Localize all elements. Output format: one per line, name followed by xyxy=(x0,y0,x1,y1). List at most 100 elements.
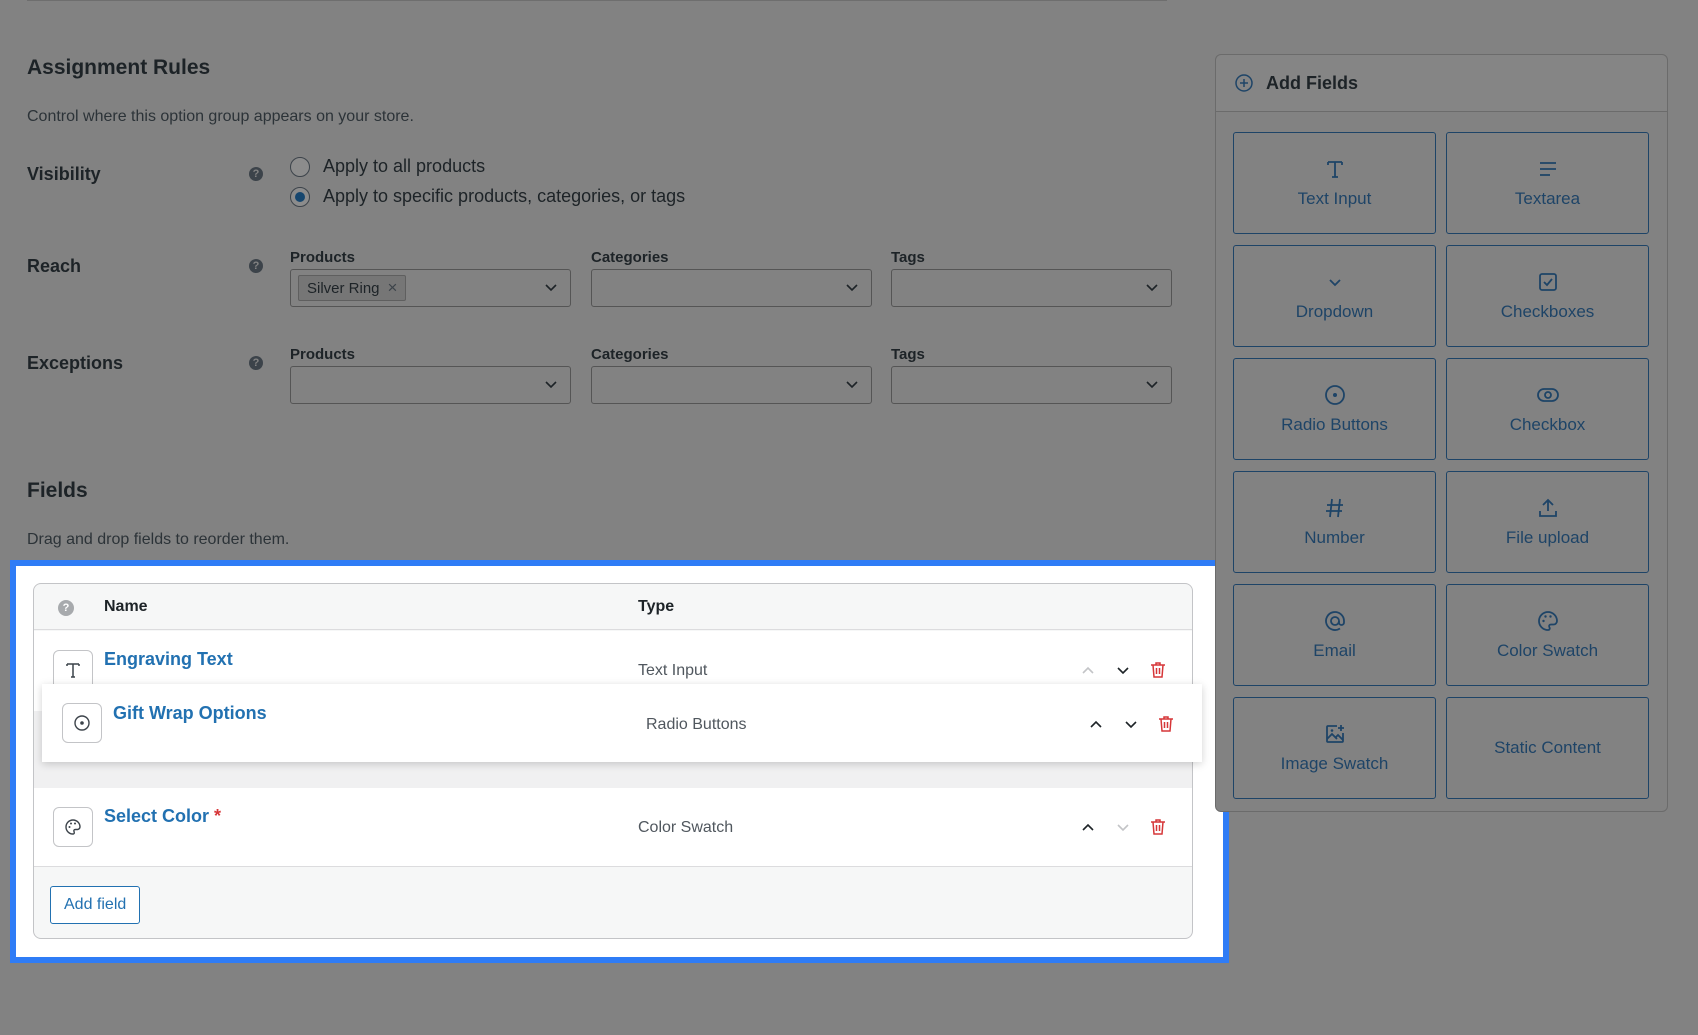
exceptions-categories-label: Categories xyxy=(591,346,669,363)
field-type: Radio Buttons xyxy=(646,716,747,733)
fields-highlight-frame: ? Name Type Engraving Text Text Input Se… xyxy=(10,560,1229,963)
move-up-icon[interactable] xyxy=(1086,714,1106,734)
top-divider xyxy=(27,0,1167,1)
tile-label: File upload xyxy=(1505,528,1590,547)
exceptions-tags-label: Tags xyxy=(891,346,925,363)
tile-label: Radio Buttons xyxy=(1281,415,1388,434)
chip-remove-icon[interactable]: × xyxy=(388,278,398,298)
field-type: Text Input xyxy=(638,662,708,679)
exceptions-categories-select[interactable] xyxy=(591,366,872,404)
column-header-type: Type xyxy=(638,598,675,615)
trash-icon[interactable] xyxy=(1148,660,1168,680)
add-radio-buttons-button[interactable]: Radio Buttons xyxy=(1233,358,1436,460)
toggle-icon xyxy=(1536,388,1559,402)
exceptions-products-label: Products xyxy=(290,346,356,363)
column-header-name: Name xyxy=(104,598,148,615)
field-name-link[interactable]: Select Color * xyxy=(104,806,221,827)
reach-tags-select[interactable] xyxy=(891,269,1172,307)
exceptions-tags-select[interactable] xyxy=(891,366,1172,404)
tile-label: Image Swatch xyxy=(1280,754,1389,773)
fields-title: Fields xyxy=(27,479,88,502)
visibility-option-specific[interactable]: Apply to specific products, categories, … xyxy=(290,186,685,207)
fields-table-header: ? Name Type xyxy=(34,584,1192,630)
radio-icon xyxy=(62,703,102,743)
tile-label: Checkbox xyxy=(1509,415,1586,434)
tile-label: Static Content xyxy=(1494,738,1601,757)
tile-label: Email xyxy=(1313,641,1356,660)
field-name-link[interactable]: Gift Wrap Options xyxy=(113,703,267,724)
add-image-swatch-button[interactable]: Image Swatch xyxy=(1233,697,1436,799)
tile-label: Dropdown xyxy=(1295,302,1374,321)
trash-icon[interactable] xyxy=(1156,714,1176,734)
reach-categories-select[interactable] xyxy=(591,269,872,307)
visibility-label: Visibility xyxy=(27,164,101,184)
plus-circle-icon xyxy=(1235,74,1253,92)
visibility-option-all-label: Apply to all products xyxy=(323,156,486,176)
chevron-down-icon xyxy=(1146,284,1158,292)
checkbox-square-icon xyxy=(1538,273,1557,291)
add-fields-title: Add Fields xyxy=(1266,72,1359,93)
add-file-upload-button[interactable]: File upload xyxy=(1446,471,1649,573)
reach-tags-label: Tags xyxy=(891,249,925,266)
chevron-down-icon xyxy=(545,381,557,389)
exceptions-label: Exceptions xyxy=(27,353,124,373)
move-up-icon[interactable] xyxy=(1078,817,1098,837)
required-marker: * xyxy=(214,806,222,826)
table-row[interactable]: Select Color * Color Swatch xyxy=(34,788,1192,867)
add-checkboxes-button[interactable]: Checkboxes xyxy=(1446,245,1649,347)
help-icon[interactable]: ? xyxy=(58,600,74,616)
add-field-button[interactable]: Add field xyxy=(50,886,141,924)
radio-icon xyxy=(1324,385,1345,405)
chevron-down-icon xyxy=(846,284,858,292)
add-fields-panel: Add Fields Text Input Textarea Dropdown … xyxy=(1215,54,1668,812)
add-number-button[interactable]: Number xyxy=(1233,471,1436,573)
reach-categories-label: Categories xyxy=(591,249,669,266)
radio-button[interactable] xyxy=(290,156,310,177)
hash-icon xyxy=(1325,498,1343,518)
visibility-option-all[interactable]: Apply to all products xyxy=(290,156,485,177)
fields-description: Drag and drop fields to reorder them. xyxy=(27,531,290,548)
tile-label: Text Input xyxy=(1297,189,1372,208)
assignment-rules-description: Control where this option group appears … xyxy=(27,108,414,125)
text-icon xyxy=(1326,161,1343,178)
add-checkbox-button[interactable]: Checkbox xyxy=(1446,358,1649,460)
reach-help-icon[interactable]: ? xyxy=(249,259,263,273)
dragging-row[interactable]: Gift Wrap Options Radio Buttons xyxy=(42,684,1202,762)
radio-button-selected[interactable] xyxy=(290,186,310,207)
move-down-icon[interactable] xyxy=(1121,714,1141,734)
add-email-button[interactable]: Email xyxy=(1233,584,1436,686)
reach-products-label: Products xyxy=(290,249,356,266)
chevron-down-icon xyxy=(846,381,858,389)
product-chip: Silver Ring × xyxy=(298,275,407,301)
chevron-down-icon xyxy=(545,284,557,292)
assignment-rules-title: Assignment Rules xyxy=(27,56,211,79)
product-chip-label: Silver Ring xyxy=(307,279,380,297)
add-static-content-button[interactable]: Static Content xyxy=(1446,697,1649,799)
exceptions-help-icon[interactable]: ? xyxy=(249,356,263,370)
move-up-icon[interactable] xyxy=(1078,660,1098,680)
palette-icon xyxy=(53,807,93,847)
image-add-icon xyxy=(1325,725,1344,743)
move-down-icon[interactable] xyxy=(1113,660,1133,680)
exceptions-products-select[interactable] xyxy=(290,366,571,404)
add-color-swatch-button[interactable]: Color Swatch xyxy=(1446,584,1649,686)
field-name-label: Select Color xyxy=(104,806,210,826)
add-textarea-button[interactable]: Textarea xyxy=(1446,132,1649,234)
add-dropdown-button[interactable]: Dropdown xyxy=(1233,245,1436,347)
at-icon xyxy=(1324,611,1345,631)
chevron-down-icon xyxy=(1328,279,1341,287)
add-text-input-button[interactable]: Text Input xyxy=(1233,132,1436,234)
reach-label: Reach xyxy=(27,256,82,276)
tile-label: Color Swatch xyxy=(1496,641,1599,660)
trash-icon[interactable] xyxy=(1148,817,1168,837)
tile-label: Textarea xyxy=(1514,189,1581,208)
field-type: Color Swatch xyxy=(638,819,734,836)
field-name-link[interactable]: Engraving Text xyxy=(104,649,233,670)
chevron-down-icon xyxy=(1146,381,1158,389)
visibility-help-icon[interactable]: ? xyxy=(249,167,263,181)
palette-icon xyxy=(1537,611,1558,631)
visibility-option-specific-label: Apply to specific products, categories, … xyxy=(323,186,686,206)
move-down-icon[interactable] xyxy=(1113,817,1133,837)
reach-products-select[interactable]: Silver Ring × xyxy=(290,269,571,307)
upload-icon xyxy=(1538,498,1557,517)
